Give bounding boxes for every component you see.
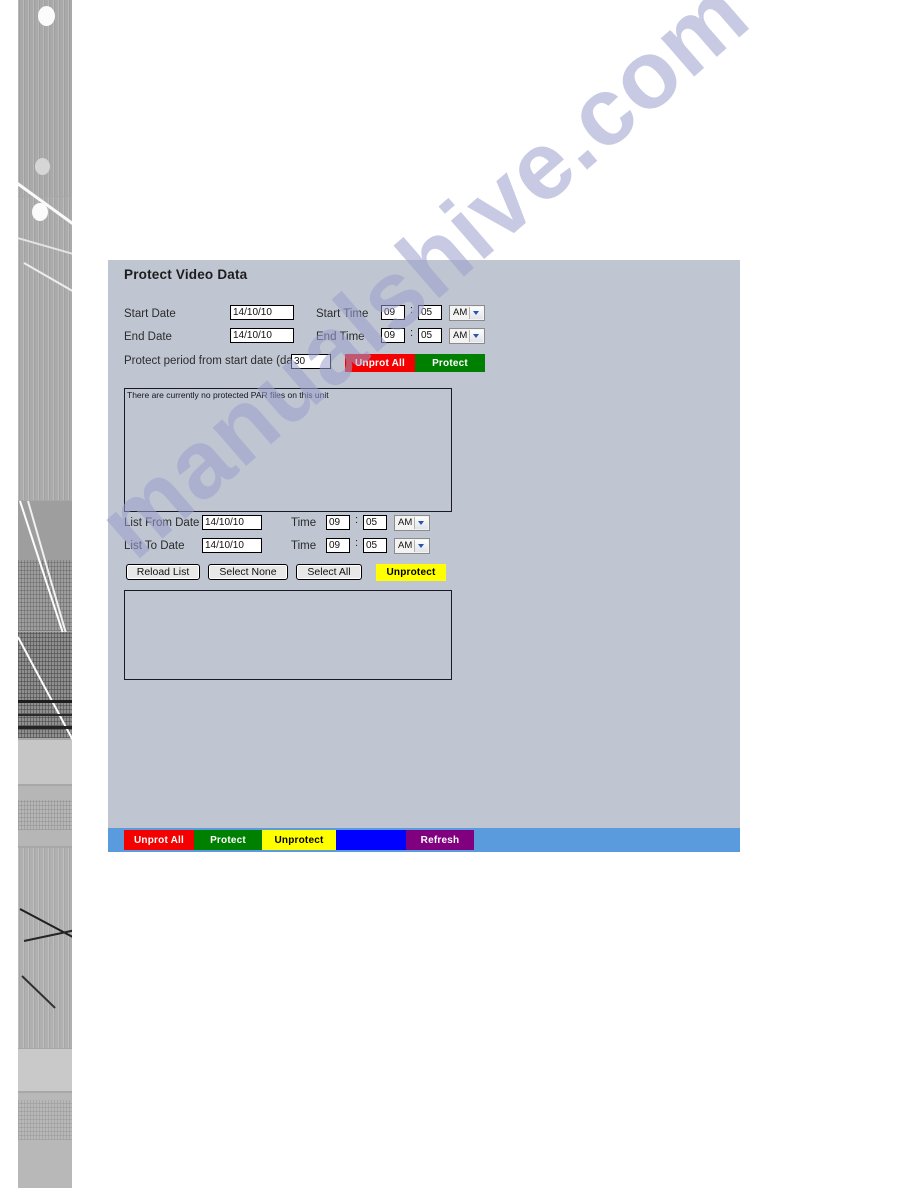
toolbar-refresh-button[interactable]: Refresh — [406, 830, 474, 850]
select-all-button[interactable]: Select All — [296, 564, 362, 580]
scan-margin-strip — [18, 0, 72, 1188]
toolbar-blank-button[interactable] — [336, 830, 406, 850]
select-none-button[interactable]: Select None — [208, 564, 288, 580]
end-time-hour-input[interactable] — [381, 328, 405, 343]
protect-period-input[interactable] — [291, 354, 331, 369]
scan-dot — [35, 158, 50, 175]
list-from-time-separator: : — [355, 514, 359, 526]
end-time-separator: : — [410, 327, 414, 339]
protect-period-label: Protect period from start date (days) — [124, 355, 309, 367]
start-time-hour-input[interactable] — [381, 305, 405, 320]
protected-files-message: There are currently no protected PAR fil… — [127, 390, 329, 400]
list-to-time-hour-input[interactable] — [326, 538, 350, 553]
toolbar-refresh-label: Refresh — [420, 834, 460, 846]
reload-list-button[interactable]: Reload List — [126, 564, 200, 580]
end-time-label: End Time — [316, 331, 365, 343]
start-date-label: Start Date — [124, 308, 176, 320]
end-time-minute-input[interactable] — [418, 328, 442, 343]
protect-video-data-panel: Protect Video Data Start Date End Date S… — [108, 260, 740, 852]
scan-noise — [18, 800, 72, 830]
protect-button[interactable]: Protect — [415, 354, 485, 372]
unprotect-button-label: Unprotect — [386, 567, 436, 578]
list-to-meridiem-select[interactable]: AM — [394, 538, 430, 554]
start-time-separator: : — [410, 304, 414, 316]
end-date-label: End Date — [124, 331, 172, 343]
list-from-meridiem-value: AM — [398, 517, 413, 528]
select-none-button-label: Select None — [219, 566, 277, 578]
end-time-meridiem-select[interactable]: AM — [449, 328, 485, 344]
list-from-date-label: List From Date — [124, 517, 200, 529]
list-from-meridiem-select[interactable]: AM — [394, 515, 430, 531]
end-date-input[interactable] — [230, 328, 294, 343]
unprot-all-button-label: Unprot All — [355, 357, 405, 369]
list-to-time-label: Time — [291, 540, 317, 552]
chevron-down-icon[interactable] — [414, 540, 428, 552]
list-to-meridiem-value: AM — [398, 540, 413, 551]
select-all-button-label: Select All — [307, 566, 351, 578]
list-from-time-hour-input[interactable] — [326, 515, 350, 530]
scan-scratch — [18, 714, 72, 716]
scan-band — [18, 740, 72, 784]
chevron-down-icon[interactable] — [469, 307, 483, 319]
scan-dot — [38, 6, 55, 26]
list-to-date-input[interactable] — [202, 538, 262, 553]
start-time-meridiem-value: AM — [453, 307, 468, 318]
page-title: Protect Video Data — [124, 267, 248, 282]
list-to-time-separator: : — [355, 537, 359, 549]
toolbar-unprotect-label: Unprotect — [274, 834, 324, 846]
toolbar-unprotect-button[interactable]: Unprotect — [262, 830, 336, 850]
list-to-date-label: List To Date — [124, 540, 185, 552]
scan-band-texture — [18, 197, 72, 500]
list-from-time-minute-input[interactable] — [363, 515, 387, 530]
scan-band — [18, 1049, 72, 1091]
list-from-date-input[interactable] — [202, 515, 262, 530]
scan-noise — [18, 1100, 72, 1140]
toolbar-unprot-all-button[interactable]: Unprot All — [124, 830, 194, 850]
toolbar-unprot-all-label: Unprot All — [134, 834, 184, 846]
unprotect-button[interactable]: Unprotect — [376, 564, 446, 581]
scan-scratch — [18, 700, 72, 703]
start-time-label: Start Time — [316, 308, 369, 320]
reload-list-button-label: Reload List — [136, 566, 190, 578]
scan-band-texture — [18, 848, 72, 1048]
start-time-minute-input[interactable] — [418, 305, 442, 320]
list-to-time-minute-input[interactable] — [363, 538, 387, 553]
scan-noise — [18, 560, 72, 631]
chevron-down-icon[interactable] — [414, 517, 428, 529]
toolbar-protect-label: Protect — [210, 834, 246, 846]
list-from-time-label: Time — [291, 517, 317, 529]
start-time-meridiem-select[interactable]: AM — [449, 305, 485, 321]
bottom-toolbar: Unprot All Protect Unprotect Refresh — [108, 828, 740, 852]
end-time-meridiem-value: AM — [453, 330, 468, 341]
chevron-down-icon[interactable] — [469, 330, 483, 342]
start-date-input[interactable] — [230, 305, 294, 320]
protect-button-label: Protect — [432, 357, 468, 369]
scan-scratch — [18, 726, 72, 729]
protected-files-listbox[interactable]: There are currently no protected PAR fil… — [124, 388, 452, 512]
results-listbox[interactable] — [124, 590, 452, 680]
unprot-all-button[interactable]: Unprot All — [345, 354, 415, 372]
toolbar-protect-button[interactable]: Protect — [194, 830, 262, 850]
